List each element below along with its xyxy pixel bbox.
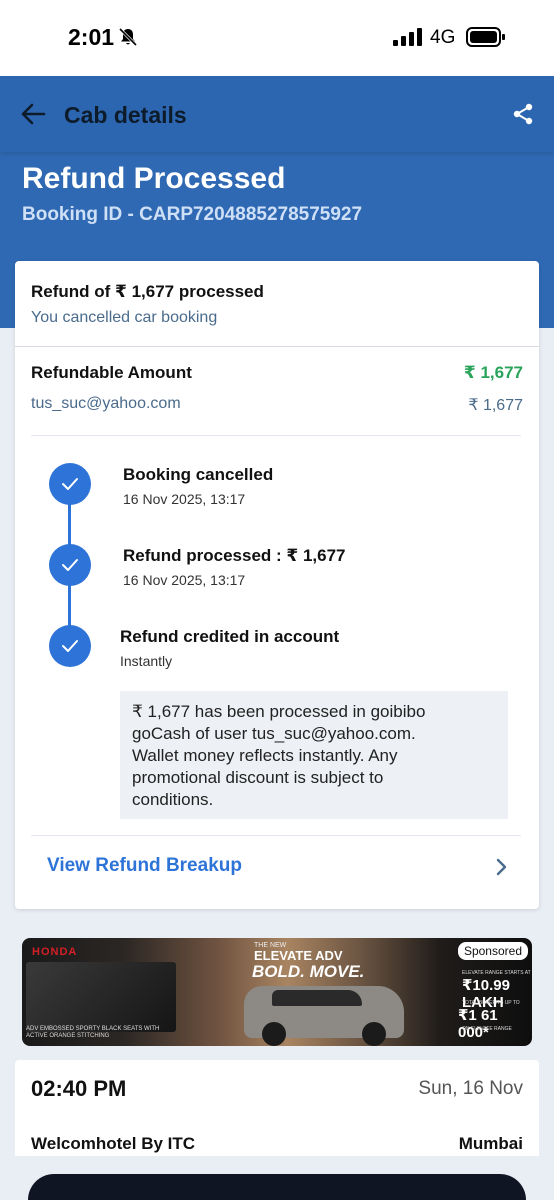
timeline-step-title: Refund processed : ₹ 1,677 <box>123 546 346 565</box>
refund-card: Refund of ₹ 1,677 processed You cancelle… <box>15 261 539 909</box>
timeline-step-sub: 16 Nov 2025, 13:17 <box>123 572 246 588</box>
timeline-step-sub: Instantly <box>120 653 173 669</box>
divider <box>31 435 521 436</box>
trip-card: 02:40 PM Sun, 16 Nov Welcomhotel By ITC … <box>15 1060 539 1156</box>
ad-tagline: BOLD. MOVE. <box>252 962 365 981</box>
check-circle-icon <box>49 463 91 505</box>
ad-car-window <box>272 990 362 1006</box>
ad-benefit-sub: ON ELEVATE RANGE <box>462 1026 512 1032</box>
chevron-right-icon[interactable] <box>495 857 509 882</box>
trip-city: Mumbai <box>458 1134 523 1153</box>
refund-summary: Refund of ₹ 1,677 processed You cancelle… <box>15 261 539 347</box>
ad-seats-image <box>26 962 176 1032</box>
status-bar: 2:01 4G <box>0 0 554 76</box>
refund-info-box: ₹ 1,677 has been processed in goibibo go… <box>120 691 508 819</box>
ad-model-name: ELEVATE ADV <box>254 948 343 963</box>
check-circle-icon <box>49 544 91 586</box>
battery-icon <box>466 26 506 53</box>
info-line: goCash of user tus_suc@yahoo.com. <box>132 724 416 743</box>
info-line: Wallet money reflects instantly. Any <box>132 746 398 765</box>
refundable-amount-value: ₹ 1,677 <box>463 363 523 382</box>
page-title: Cab details <box>64 102 187 128</box>
timeline-step-title: Booking cancelled <box>123 465 274 484</box>
ad-benefit: ₹1 61 000* <box>458 1007 498 1041</box>
network-label: 4G <box>430 27 456 48</box>
sponsored-ad-banner[interactable]: HONDA ADV EMBOSSED SPORTY BLACK SEATS WI… <box>22 938 532 1046</box>
status-time: 2:01 <box>68 24 115 50</box>
trip-date: Sun, 16 Nov <box>418 1078 523 1099</box>
ad-car-wheel <box>362 1022 386 1046</box>
ad-brand-logo: HONDA <box>32 946 78 958</box>
signal-icon <box>393 28 423 51</box>
divider <box>31 835 521 836</box>
ad-car-wheel <box>262 1022 286 1046</box>
trip-pickup-location: Welcomhotel By ITC <box>31 1134 196 1153</box>
view-refund-breakup-link[interactable]: View Refund Breakup <box>47 855 242 877</box>
timeline-step-sub: 16 Nov 2025, 13:17 <box>123 491 246 507</box>
refundable-amount-label: Refundable Amount <box>31 363 192 382</box>
refund-account-amount: ₹ 1,677 <box>468 397 523 414</box>
trip-time: 02:40 PM <box>31 1076 127 1101</box>
sponsored-badge: Sponsored <box>457 942 528 960</box>
refund-summary-note: You cancelled car booking <box>31 309 218 326</box>
bottom-action-bar[interactable] <box>28 1174 526 1200</box>
back-arrow-icon[interactable] <box>20 102 46 131</box>
timeline-step-title: Refund credited in account <box>120 627 340 646</box>
booking-id: Booking ID - CARP7204885278575927 <box>22 204 363 225</box>
refund-account-email: tus_suc@yahoo.com <box>31 395 181 412</box>
app-bar: Cab details <box>0 76 554 152</box>
refund-summary-title: Refund of ₹ 1,677 processed <box>31 282 264 301</box>
refund-status-title: Refund Processed <box>22 162 286 195</box>
ad-seats-caption: ADV EMBOSSED SPORTY BLACK SEATS WITH ACT… <box>26 1026 160 1039</box>
share-icon[interactable] <box>512 103 534 130</box>
info-line: ₹ 1,677 has been processed in goibibo <box>132 702 426 721</box>
info-line: conditions. <box>132 790 214 809</box>
bell-muted-icon <box>118 27 138 52</box>
info-line: promotional discount is subject to <box>132 768 384 787</box>
check-circle-icon <box>49 625 91 667</box>
